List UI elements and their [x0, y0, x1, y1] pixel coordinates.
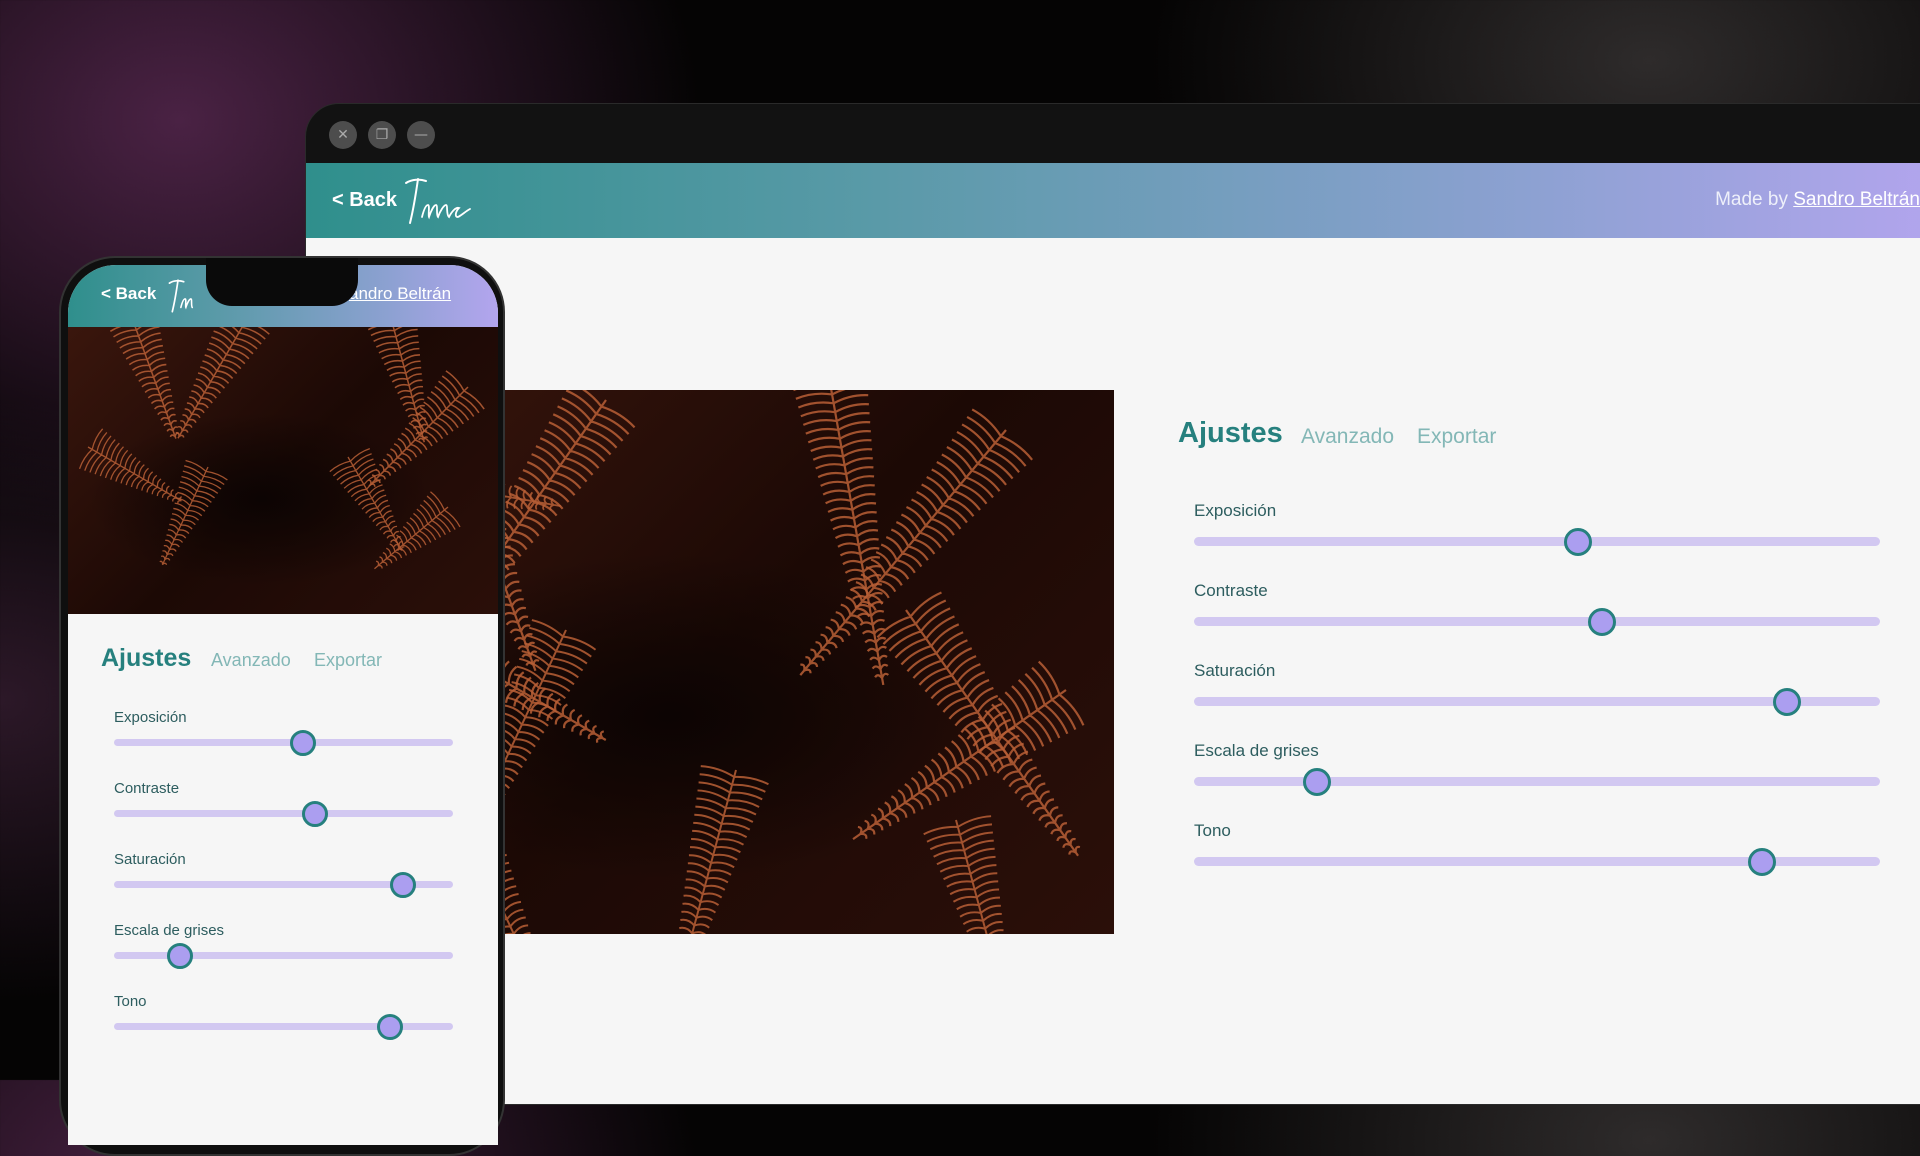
mobile-slider-thumb[interactable] — [390, 871, 417, 898]
mobile-slider-thumb[interactable] — [377, 1013, 404, 1040]
minimize-icon[interactable]: — — [407, 121, 435, 149]
mobile-slider-label: Tono — [114, 993, 147, 1010]
mobile-slider-track[interactable] — [114, 952, 453, 959]
slider-track[interactable] — [1194, 777, 1880, 786]
mobile-tab-avanzado[interactable]: Avanzado — [211, 650, 291, 671]
slider-label: Saturación — [1194, 661, 1276, 680]
phone-frame: < Back andro Beltrán Ajustes Avanzado Ex… — [59, 256, 505, 1156]
mobile-slider-track[interactable] — [114, 739, 453, 746]
mobile-slider-track[interactable] — [114, 810, 453, 817]
desktop-window: ✕ ❐ — < Back Made by Sandro Beltrán Ajus… — [305, 103, 1920, 1105]
mobile-tab-exportar[interactable]: Exportar — [314, 650, 382, 671]
mobile-slider-thumb[interactable] — [289, 729, 316, 756]
slider-label: Tono — [1194, 821, 1231, 840]
made-by-prefix: Made by — [1715, 189, 1794, 210]
mobile-slider-thumb[interactable] — [302, 800, 329, 827]
mobile-slider-thumb[interactable] — [167, 942, 194, 969]
phone-notch — [206, 258, 358, 306]
mobile-slider-label: Saturación — [114, 851, 186, 868]
tab-exportar[interactable]: Exportar — [1417, 425, 1496, 449]
slider-thumb[interactable] — [1303, 767, 1332, 796]
phone-screen: < Back andro Beltrán Ajustes Avanzado Ex… — [68, 265, 498, 1145]
slider-label: Escala de grises — [1194, 741, 1319, 760]
slider-thumb[interactable] — [1748, 847, 1776, 876]
slider-thumb[interactable] — [1588, 607, 1617, 636]
mobile-back-button[interactable]: < Back — [101, 284, 156, 304]
back-button[interactable]: < Back — [332, 189, 397, 212]
slider-thumb[interactable] — [1773, 687, 1802, 716]
app-header: < Back Made by Sandro Beltrán — [306, 163, 1920, 238]
close-icon[interactable]: ✕ — [329, 121, 357, 149]
mobile-slider-label: Exposición — [114, 709, 187, 726]
restore-icon[interactable]: ❐ — [368, 121, 396, 149]
mobile-slider-label: Contraste — [114, 780, 180, 797]
slider-thumb[interactable] — [1564, 527, 1593, 556]
window-titlebar: ✕ ❐ — — [306, 104, 1920, 163]
slider-label: Exposición — [1194, 501, 1277, 520]
slider-track[interactable] — [1194, 617, 1880, 626]
slider-track[interactable] — [1194, 857, 1880, 866]
slider-track[interactable] — [1194, 537, 1880, 546]
mobile-fern-photo — [68, 327, 498, 614]
mobile-author-link[interactable]: andro Beltrán — [349, 284, 451, 304]
author-link[interactable]: Sandro Beltrán — [1793, 189, 1920, 210]
main-content: Ajustes Avanzado Exportar Exposición Cont… — [306, 238, 1920, 1104]
slider-label: Contraste — [1194, 581, 1268, 600]
made-by-credit: Made by Sandro Beltrán — [1715, 189, 1920, 211]
signature-logo — [405, 178, 471, 224]
mobile-slider-label: Escala de grises — [114, 922, 225, 939]
tab-avanzado[interactable]: Avanzado — [1301, 425, 1394, 449]
mobile-tab-ajustes[interactable]: Ajustes — [101, 644, 191, 673]
tab-ajustes[interactable]: Ajustes — [1178, 417, 1283, 450]
